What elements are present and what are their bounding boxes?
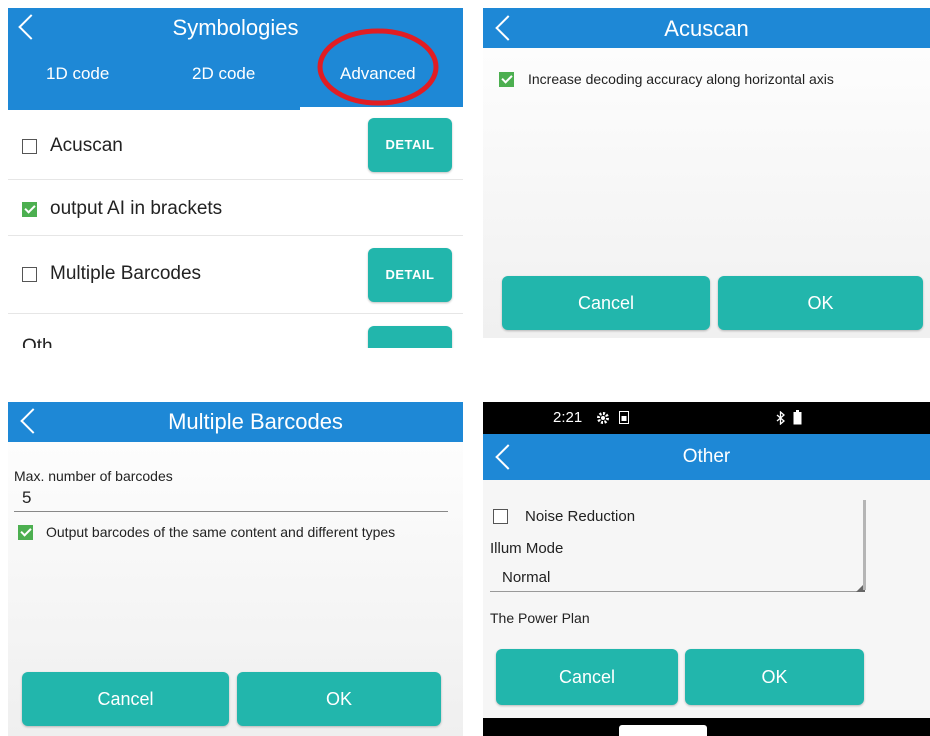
list-item-label: Multiple Barcodes [50, 263, 202, 284]
ok-button[interactable]: OK [685, 649, 864, 705]
multiple-barcodes-checkbox[interactable] [22, 267, 37, 282]
acuscan-checkbox[interactable] [22, 139, 37, 154]
other-dialog: 2:21 Other Noise Reduction Illum Mode No… [483, 402, 930, 736]
app-header: Multiple Barcodes [8, 402, 463, 442]
output-ai-checkbox[interactable] [22, 202, 37, 217]
symbologies-screen: Symbologies 1D code 2D code Advanced Acu… [8, 8, 463, 348]
home-pill-icon[interactable] [619, 725, 707, 736]
noise-reduction-checkbox[interactable] [493, 509, 508, 524]
page-title: Multiple Barcodes [168, 409, 343, 434]
app-header: Acuscan [483, 8, 930, 48]
battery-icon [793, 410, 802, 425]
cancel-button[interactable]: Cancel [22, 672, 229, 726]
list-item[interactable]: Oth [8, 314, 463, 348]
option-label: Output barcodes of the same content and … [46, 524, 396, 540]
page-title: Acuscan [664, 16, 749, 41]
max-barcodes-value: 5 [22, 488, 32, 507]
list-item[interactable]: Multiple Barcodes DETAIL [8, 236, 463, 314]
max-barcodes-input[interactable]: 5 [14, 488, 448, 512]
status-time: 2:21 [553, 409, 583, 426]
tab-1d-code[interactable]: 1D code [46, 64, 109, 84]
acuscan-detail-button[interactable]: DETAIL [368, 118, 452, 172]
other-detail-button[interactable] [368, 326, 452, 348]
multiple-barcodes-dialog: Multiple Barcodes Max. number of barcode… [8, 402, 463, 736]
ok-button[interactable]: OK [237, 672, 441, 726]
option-label: Noise Reduction [525, 508, 636, 525]
navigation-bar [483, 718, 930, 736]
scrollbar[interactable] [863, 500, 866, 590]
power-plan-label: The Power Plan [490, 610, 590, 626]
cancel-button[interactable]: Cancel [496, 649, 678, 705]
tab-2d-code[interactable]: 2D code [192, 64, 255, 84]
multiple-barcodes-detail-button[interactable]: DETAIL [368, 248, 452, 302]
same-content-checkbox[interactable] [18, 525, 33, 540]
gear-icon [597, 412, 609, 424]
horizontal-accuracy-checkbox[interactable] [499, 72, 514, 87]
list-item-label: output AI in brackets [50, 198, 223, 219]
list-item[interactable]: Acuscan DETAIL [8, 110, 463, 180]
bluetooth-icon [776, 411, 785, 425]
sim-card-icon [619, 411, 629, 424]
back-arrow-icon[interactable] [20, 408, 46, 434]
app-header: Other [483, 434, 930, 480]
illum-mode-value: Normal [502, 569, 551, 586]
list-item-label: Oth [22, 336, 53, 348]
list-item[interactable]: output AI in brackets [8, 180, 463, 236]
acuscan-dialog: Acuscan Increase decoding accuracy along… [483, 8, 930, 338]
list-item-label: Acuscan [50, 135, 123, 156]
status-bar: 2:21 [483, 402, 930, 434]
ok-button[interactable]: OK [718, 276, 923, 330]
cancel-button[interactable]: Cancel [502, 276, 710, 330]
max-barcodes-label: Max. number of barcodes [14, 468, 173, 484]
highlight-circle [317, 28, 439, 106]
illum-mode-select[interactable]: Normal [490, 562, 865, 592]
page-title: Other [682, 446, 731, 467]
option-label: Increase decoding accuracy along horizon… [528, 71, 834, 87]
illum-mode-label: Illum Mode [490, 540, 564, 557]
